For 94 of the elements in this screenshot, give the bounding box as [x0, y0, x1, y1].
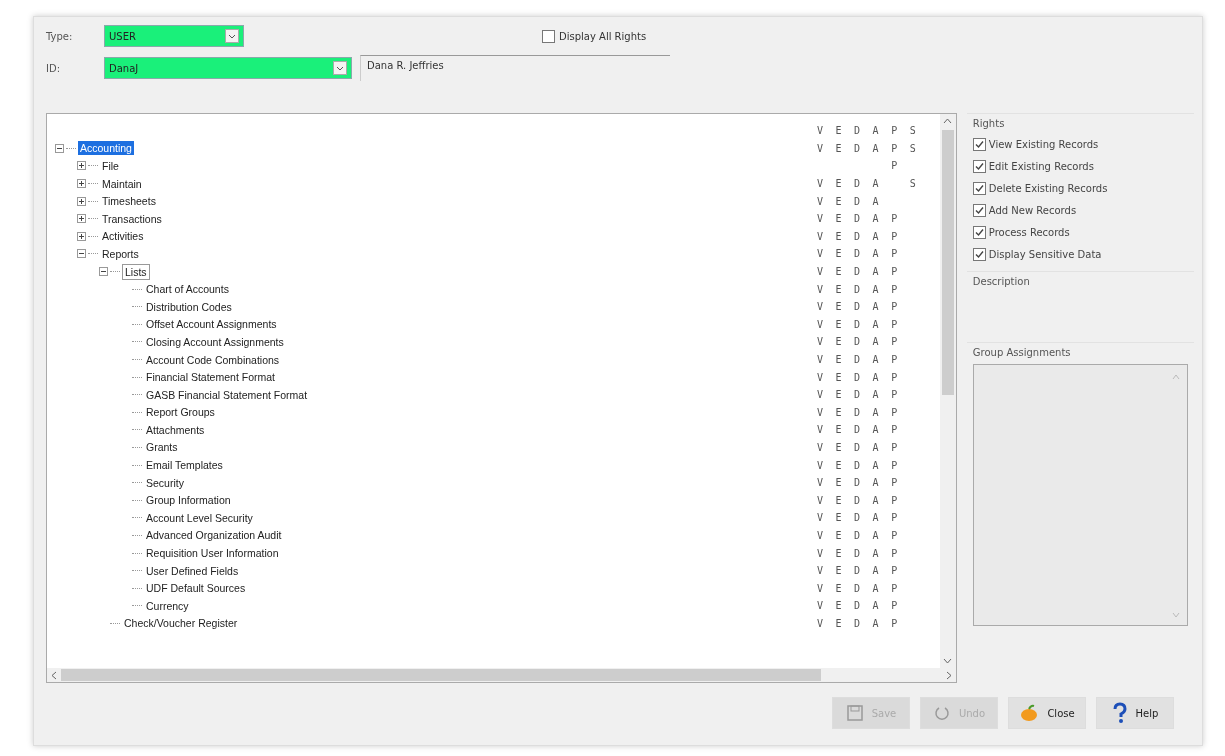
right-checkbox[interactable]: Process Records — [972, 226, 1070, 239]
rights-letters: V E D A S — [817, 178, 919, 190]
rights-letters: V E D A P — [817, 424, 901, 436]
expand-icon[interactable] — [77, 161, 86, 171]
tree-item[interactable]: Requisition User Information — [144, 546, 281, 561]
button-close[interactable]: Close — [1008, 697, 1086, 729]
rights-letters: V E D A P — [817, 371, 901, 383]
rights-letters: V E D A P — [817, 494, 901, 506]
id-label: ID: — [46, 62, 62, 74]
expand-icon[interactable] — [77, 231, 86, 241]
tree-item[interactable]: Report Groups — [144, 405, 217, 420]
user-name-field: Dana R. Jeffries — [360, 55, 670, 81]
type-label: Type: — [46, 30, 74, 42]
rights-letters: V E D A P — [817, 354, 901, 365]
expand-icon[interactable] — [77, 179, 86, 189]
rights-heading: Rights — [972, 118, 1005, 129]
type-dropdown[interactable]: USER — [104, 25, 244, 47]
tree-item[interactable]: Maintain — [100, 176, 144, 191]
rights-letters: V E D A P — [817, 248, 901, 260]
help-icon — [1111, 702, 1128, 724]
rights-letters: V E D A P — [817, 459, 901, 471]
tree-item[interactable]: User Defined Fields — [144, 563, 241, 578]
tree-item[interactable]: Account Level Security — [144, 510, 255, 525]
tree-item[interactable]: Currency — [144, 598, 191, 613]
expand-icon[interactable] — [77, 196, 86, 206]
right-checkbox[interactable]: Display Sensitive Data — [972, 248, 1102, 261]
tree-item[interactable]: Grants — [144, 440, 180, 455]
rights-letters: V E D A P — [817, 477, 901, 489]
checkmark-icon — [973, 139, 985, 150]
checkmark-icon — [973, 227, 985, 238]
rights-column-headers: V E D A P S — [817, 125, 919, 137]
tree-item[interactable]: File — [100, 159, 121, 173]
rights-letters: V E D A P — [817, 512, 901, 524]
rights-letters: V E D A P — [817, 336, 901, 348]
right-checkbox[interactable]: Add New Records — [972, 204, 1077, 217]
right-checkbox[interactable]: Delete Existing Records — [972, 182, 1108, 195]
rights-letters: V E D A P — [817, 565, 901, 577]
rights-letters: V E D A P — [817, 582, 901, 594]
rights-letters: V E D A P — [817, 547, 901, 559]
checkmark-icon — [973, 183, 985, 194]
rights-letters: V E D A P — [817, 529, 901, 541]
chevron-down-icon — [333, 61, 347, 75]
tree-item[interactable]: Check/Voucher Register — [122, 616, 240, 631]
rights-letters: V E D A P — [817, 617, 901, 629]
tree-item[interactable]: UDF Default Sources — [144, 581, 248, 596]
checkmark-icon — [973, 249, 985, 260]
tree-item[interactable]: Attachments — [144, 422, 207, 437]
rights-letters: V E D A P — [817, 442, 901, 453]
display-all-rights-checkbox[interactable]: Display All Rights — [542, 29, 647, 43]
tree-item[interactable]: Transactions — [100, 211, 164, 226]
rights-letters: P — [890, 160, 901, 172]
tree-item[interactable]: Group Information — [144, 493, 233, 508]
tree-item[interactable]: Activities — [100, 229, 146, 244]
rights-letters: V E D A P — [817, 600, 901, 612]
undo-icon — [932, 704, 951, 722]
checkmark-icon — [973, 205, 985, 216]
tree-item[interactable]: Account Code Combinations — [144, 352, 282, 367]
collapse-icon[interactable] — [99, 267, 108, 277]
tree-item[interactable]: Chart of Accounts — [144, 282, 231, 297]
tree-item[interactable]: Email Templates — [144, 458, 225, 473]
checkmark-icon — [973, 161, 985, 172]
expand-icon[interactable] — [77, 214, 86, 224]
tree-item[interactable]: Timesheets — [100, 194, 158, 209]
rights-letters: V E D A P — [817, 283, 901, 295]
collapse-icon[interactable] — [77, 249, 86, 259]
tree-item[interactable]: Security — [144, 475, 186, 490]
right-checkbox[interactable]: View Existing Records — [972, 138, 1099, 151]
rights-letters: V E D A P — [817, 318, 901, 330]
tree-item[interactable]: Distribution Codes — [144, 299, 234, 314]
rights-letters: V E D A P — [817, 230, 901, 242]
tree-item[interactable]: Accounting — [78, 141, 134, 156]
rights-letters: V E D A P — [817, 406, 901, 418]
rights-letters: V E D A P S — [817, 142, 919, 154]
group-assignments-heading: Group Assignments — [972, 347, 1071, 358]
rights-letters: V E D A P — [817, 213, 901, 225]
scrollbar-thumb[interactable] — [941, 130, 954, 395]
tree-item[interactable]: GASB Financial Statement Format — [144, 387, 310, 402]
tree-item[interactable]: Closing Account Assignments — [144, 334, 286, 349]
description-heading: Description — [972, 276, 1030, 287]
button-help[interactable]: Help — [1096, 697, 1174, 729]
scrollbar-thumb[interactable] — [61, 669, 821, 681]
rights-letters: V E D A P — [817, 266, 901, 278]
right-checkbox[interactable]: Edit Existing Records — [972, 160, 1094, 173]
tree-item[interactable]: Reports — [100, 246, 141, 261]
collapse-icon[interactable] — [55, 143, 64, 153]
rights-letters: V E D A P — [817, 389, 901, 401]
id-dropdown[interactable]: DanaJ — [104, 57, 352, 79]
tree-item[interactable]: Financial Statement Format — [144, 370, 277, 385]
rights-letters: V E D A P — [817, 301, 901, 313]
tree-item[interactable]: Advanced Organization Audit — [144, 528, 284, 543]
rights-letters: V E D A — [817, 195, 882, 207]
tree-item[interactable]: Lists — [122, 263, 150, 280]
chevron-down-icon — [225, 29, 239, 43]
tree-item[interactable]: Offset Account Assignments — [144, 317, 279, 332]
